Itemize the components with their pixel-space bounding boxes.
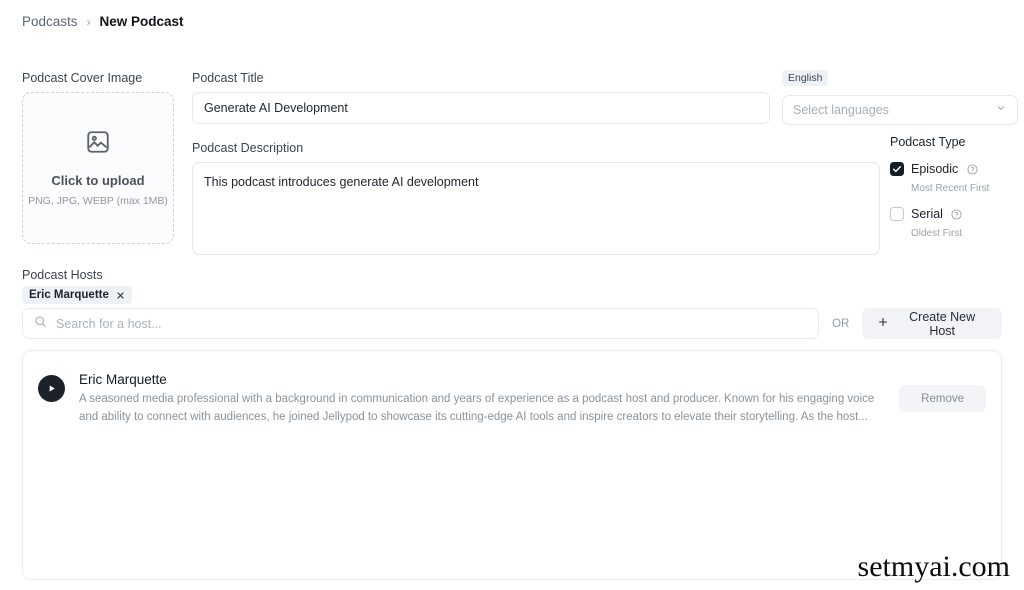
or-separator: OR	[832, 317, 850, 330]
podcast-title-input[interactable]	[192, 92, 770, 124]
podcast-title-label: Podcast Title	[192, 71, 264, 85]
language-chip-english[interactable]: English	[782, 70, 829, 86]
podcast-type-option-serial[interactable]: Serial	[890, 205, 1020, 225]
host-name: Eric Marquette	[79, 372, 167, 387]
new-podcast-page: Podcasts › New Podcast Podcast Cover Ima…	[0, 0, 1024, 590]
create-new-host-button[interactable]: Create New Host	[862, 308, 1002, 339]
close-icon[interactable]	[116, 291, 125, 300]
create-new-host-label: Create New Host	[909, 309, 976, 338]
cover-image-label: Podcast Cover Image	[22, 71, 143, 85]
host-search-input[interactable]	[56, 316, 808, 331]
upload-hint-text: PNG, JPG, WEBP (max 1MB)	[28, 195, 168, 207]
cover-image-section: Podcast Cover Image Click to upload PNG,…	[22, 71, 174, 244]
play-icon[interactable]	[38, 375, 65, 402]
podcast-description-textarea[interactable]	[192, 162, 880, 255]
search-icon	[34, 315, 47, 333]
podcast-type-serial-sub: Oldest First	[911, 228, 963, 239]
help-circle-icon-episodic[interactable]	[967, 162, 978, 179]
remove-host-button[interactable]: Remove	[899, 385, 986, 412]
podcast-type-episodic-label: Episodic	[911, 162, 959, 176]
checkbox-episodic[interactable]	[890, 162, 904, 176]
watermark: setmyai.com	[857, 550, 1010, 583]
selected-host-chip-label: Eric Marquette	[29, 289, 109, 301]
checkbox-serial[interactable]	[890, 207, 904, 221]
language-select[interactable]: Select languages	[782, 95, 1018, 125]
upload-cta-text: Click to upload	[51, 173, 145, 188]
breadcrumb-podcasts[interactable]: Podcasts	[22, 14, 78, 29]
chevron-down-icon	[995, 101, 1007, 119]
host-bio: A seasoned media professional with a bac…	[79, 393, 875, 423]
host-search-box[interactable]	[22, 308, 820, 339]
podcast-type-label: Podcast Type	[890, 135, 966, 149]
language-select-placeholder: Select languages	[793, 103, 889, 117]
podcast-details-section: Podcast Title Podcast Description	[192, 71, 880, 260]
chevron-right-icon: ›	[86, 14, 91, 29]
podcast-description-label: Podcast Description	[192, 141, 304, 155]
host-info: Eric Marquette A seasoned media professi…	[79, 363, 885, 427]
image-icon	[85, 129, 111, 160]
host-results-panel: Eric Marquette A seasoned media professi…	[22, 350, 1002, 580]
selected-host-chip[interactable]: Eric Marquette	[22, 286, 132, 304]
host-search-row: OR Create New Host	[22, 308, 1002, 339]
host-list-item[interactable]: Eric Marquette A seasoned media professi…	[23, 351, 1001, 427]
plus-icon	[877, 316, 889, 331]
breadcrumb: Podcasts › New Podcast	[22, 14, 184, 29]
podcast-type-episodic-sub: Most Recent First	[911, 183, 990, 194]
podcast-hosts-label: Podcast Hosts	[22, 268, 103, 282]
cover-upload-dropzone[interactable]: Click to upload PNG, JPG, WEBP (max 1MB)	[22, 92, 174, 244]
podcast-type-option-episodic[interactable]: Episodic	[890, 160, 1020, 180]
podcast-type-section: Podcast Type Episodic Most Recent First	[890, 135, 1020, 250]
help-circle-icon-serial[interactable]	[951, 207, 962, 224]
podcast-type-serial-label: Serial	[911, 207, 943, 221]
language-section: English Select languages	[782, 68, 1018, 125]
breadcrumb-current: New Podcast	[99, 14, 184, 29]
